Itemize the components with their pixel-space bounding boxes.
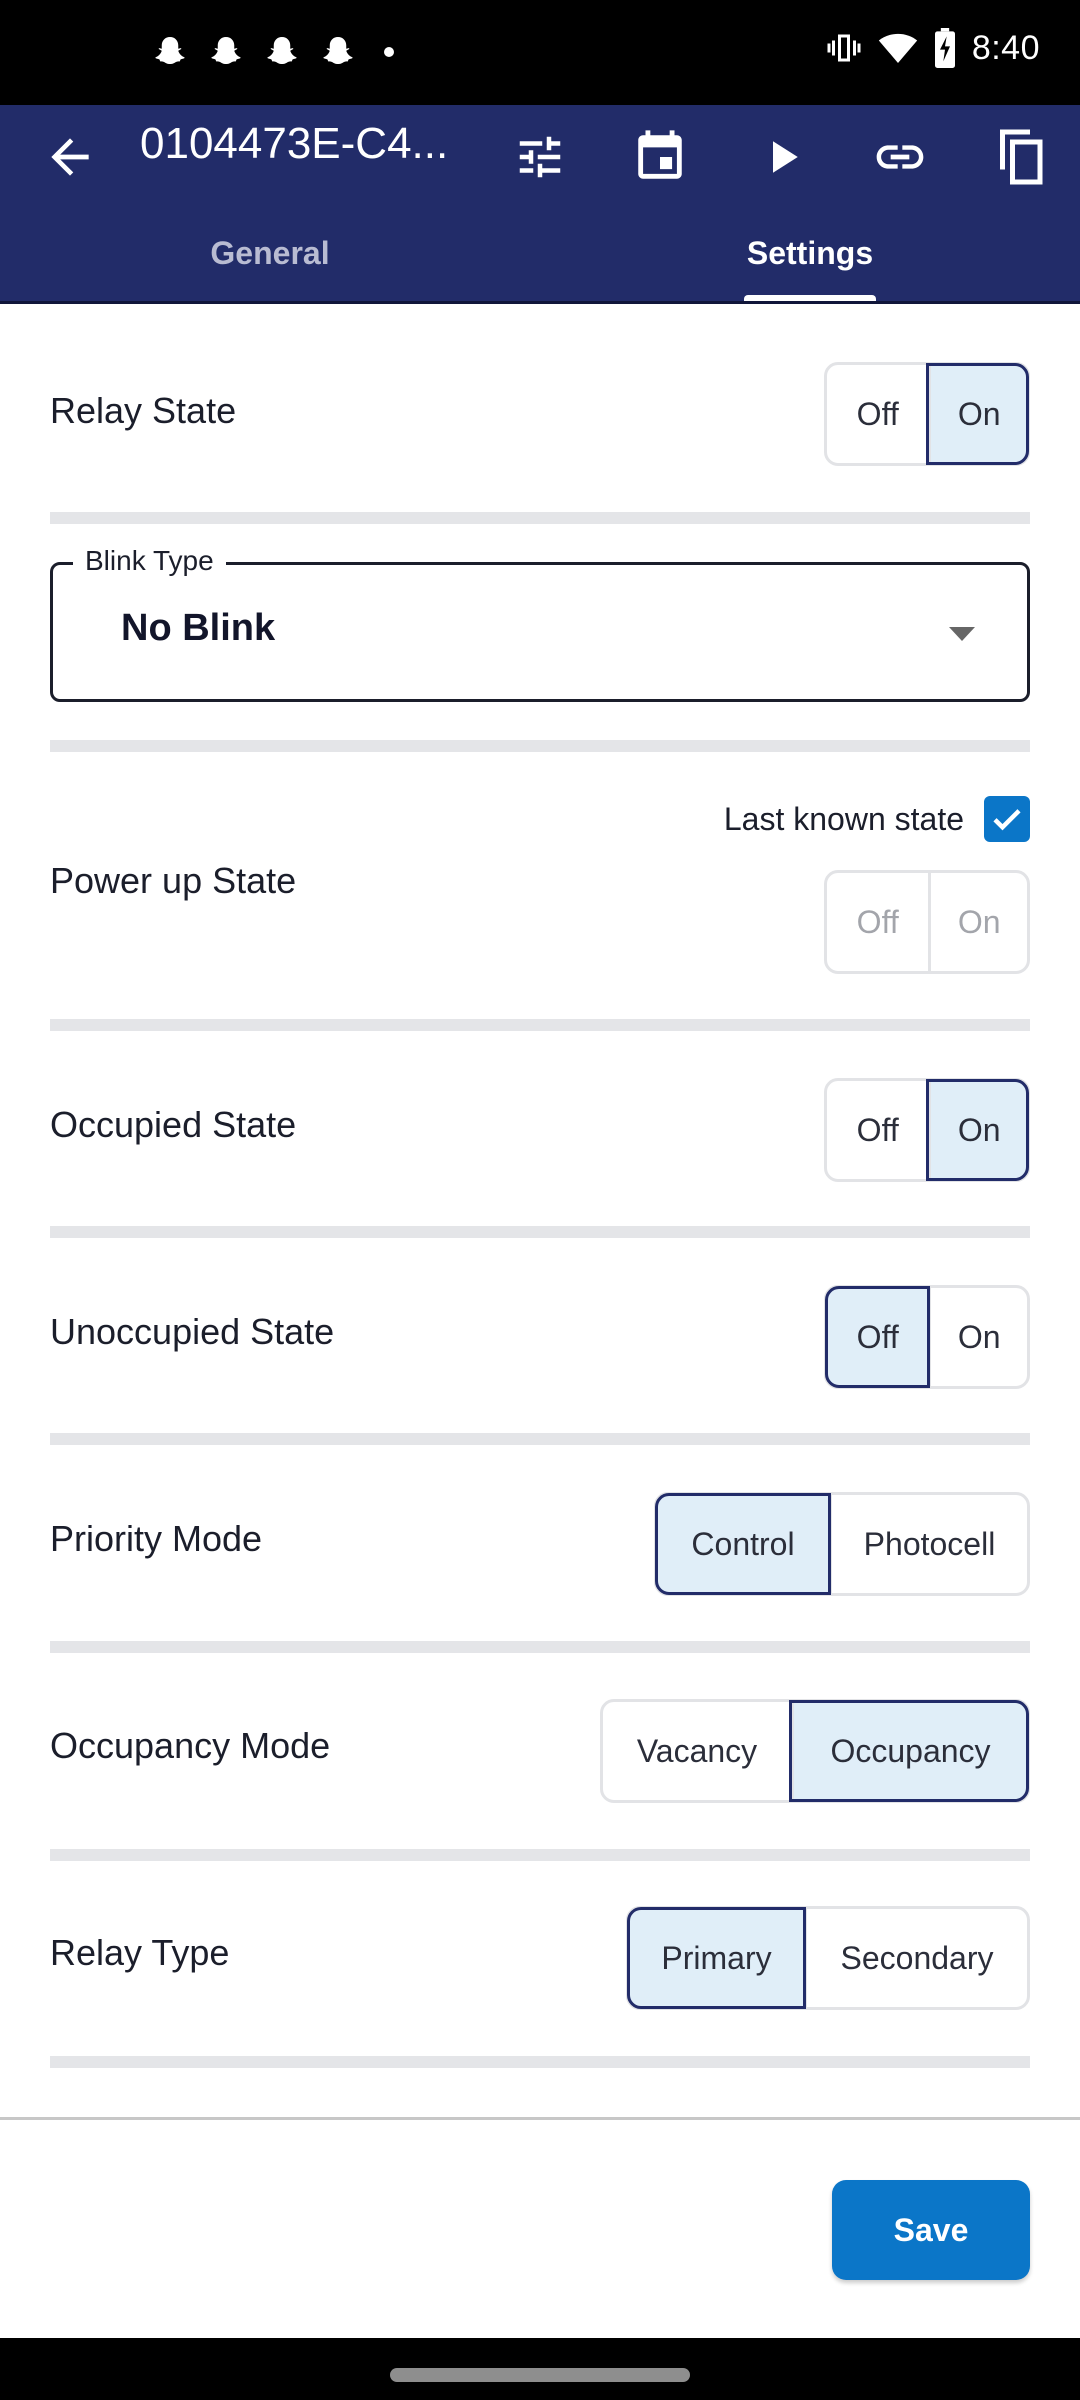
blink-type-value: No Blink bbox=[121, 607, 276, 649]
app-bar: 0104473E-C4... General Settings bbox=[0, 105, 1080, 303]
play-button[interactable] bbox=[750, 125, 814, 189]
priority-mode-control-option[interactable]: Control bbox=[655, 1493, 831, 1595]
last-known-state-label: Last known state bbox=[723, 800, 964, 837]
priority-mode-photocell-option[interactable]: Photocell bbox=[829, 1495, 1027, 1593]
unoccupied-state-off-option[interactable]: Off bbox=[824, 1286, 931, 1388]
more-notifications-dot-icon bbox=[384, 47, 394, 57]
vibrate-icon bbox=[827, 34, 861, 62]
occupied-state-row: Occupied State Off On bbox=[50, 1078, 1030, 1184]
relay-type-label: Relay Type bbox=[50, 1932, 230, 1973]
tune-icon bbox=[519, 136, 561, 178]
blink-type-label: Blink Type bbox=[73, 545, 226, 577]
relay-state-toggle: Off On bbox=[824, 362, 1030, 466]
snapchat-icon bbox=[323, 37, 353, 64]
relay-state-off-option[interactable]: Off bbox=[827, 365, 928, 463]
snapchat-icon bbox=[155, 37, 185, 64]
save-button[interactable]: Save bbox=[832, 2180, 1030, 2280]
dropdown-arrow-icon bbox=[949, 627, 975, 641]
divider bbox=[50, 1433, 1030, 1445]
occupancy-mode-toggle: Vacancy Occupancy bbox=[600, 1699, 1030, 1803]
unoccupied-state-on-option[interactable]: On bbox=[928, 1288, 1027, 1386]
play-icon bbox=[773, 141, 798, 173]
relay-type-primary-option[interactable]: Primary bbox=[627, 1907, 806, 2009]
home-gesture-handle[interactable] bbox=[390, 2368, 690, 2382]
occupancy-mode-vacancy-option[interactable]: Vacancy bbox=[603, 1702, 791, 1800]
filter-settings-button[interactable] bbox=[508, 125, 572, 189]
link-button[interactable] bbox=[868, 125, 932, 189]
checkmark-icon bbox=[993, 809, 1021, 831]
copy-icon bbox=[1000, 129, 1043, 185]
priority-mode-toggle: Control Photocell bbox=[654, 1492, 1030, 1596]
unoccupied-state-label: Unoccupied State bbox=[50, 1311, 335, 1352]
calendar-icon bbox=[638, 130, 682, 179]
blink-type-dropdown[interactable]: Blink Type No Blink bbox=[50, 545, 1030, 702]
divider bbox=[50, 1019, 1030, 1031]
power-up-state-toggle: Off On bbox=[824, 870, 1030, 974]
occupancy-mode-row: Occupancy Mode Vacancy Occupancy bbox=[50, 1699, 1030, 1805]
tab-general[interactable]: General bbox=[0, 217, 540, 289]
link-icon bbox=[876, 145, 924, 169]
relay-type-toggle: Primary Secondary bbox=[626, 1906, 1030, 2010]
wifi-icon bbox=[878, 33, 917, 63]
schedule-button[interactable] bbox=[628, 125, 692, 189]
divider bbox=[50, 512, 1030, 524]
divider bbox=[50, 1641, 1030, 1653]
power-up-state-on-option[interactable]: On bbox=[928, 873, 1027, 971]
notification-icons bbox=[152, 34, 394, 70]
last-known-state-control[interactable]: Last known state bbox=[724, 796, 1030, 842]
back-arrow-icon[interactable] bbox=[42, 129, 98, 185]
relay-type-row: Relay Type Primary Secondary bbox=[50, 1906, 1030, 2012]
relay-type-secondary-option[interactable]: Secondary bbox=[804, 1909, 1027, 2007]
status-bar: 8:40 bbox=[0, 0, 1080, 105]
tab-settings[interactable]: Settings bbox=[540, 217, 1080, 289]
battery-charging-icon bbox=[934, 28, 955, 68]
snapchat-icon bbox=[211, 37, 241, 64]
footer-divider bbox=[0, 2117, 1080, 2120]
relay-state-row: Relay State Off On bbox=[50, 360, 1030, 466]
occupied-state-off-option[interactable]: Off bbox=[827, 1081, 928, 1179]
relay-state-on-option[interactable]: On bbox=[926, 363, 1029, 465]
occupancy-mode-label: Occupancy Mode bbox=[50, 1725, 331, 1766]
priority-mode-row: Priority Mode Control Photocell bbox=[50, 1492, 1030, 1598]
occupancy-mode-occupancy-option[interactable]: Occupancy bbox=[789, 1700, 1029, 1802]
divider bbox=[50, 2056, 1030, 2068]
divider bbox=[50, 1849, 1030, 1861]
device-title: 0104473E-C4... bbox=[140, 119, 449, 168]
snapchat-icon bbox=[267, 37, 297, 64]
divider bbox=[50, 1226, 1030, 1238]
occupied-state-label: Occupied State bbox=[50, 1104, 297, 1145]
app-bar-border bbox=[0, 301, 1080, 304]
clock: 8:40 bbox=[971, 28, 1040, 67]
system-navigation-bar bbox=[0, 2338, 1080, 2400]
priority-mode-label: Priority Mode bbox=[50, 1518, 263, 1559]
occupied-state-toggle: Off On bbox=[824, 1078, 1030, 1182]
relay-state-label: Relay State bbox=[50, 390, 237, 431]
last-known-state-checkbox[interactable] bbox=[984, 796, 1030, 842]
divider bbox=[50, 740, 1030, 752]
power-up-state-row: Last known state Power up State Off On bbox=[50, 796, 1030, 976]
power-up-state-off-option[interactable]: Off bbox=[827, 873, 928, 971]
copy-button[interactable] bbox=[988, 125, 1052, 189]
unoccupied-state-row: Unoccupied State Off On bbox=[50, 1285, 1030, 1391]
power-up-state-label: Power up State bbox=[50, 860, 297, 901]
unoccupied-state-toggle: Off On bbox=[824, 1285, 1030, 1389]
occupied-state-on-option[interactable]: On bbox=[926, 1079, 1029, 1181]
